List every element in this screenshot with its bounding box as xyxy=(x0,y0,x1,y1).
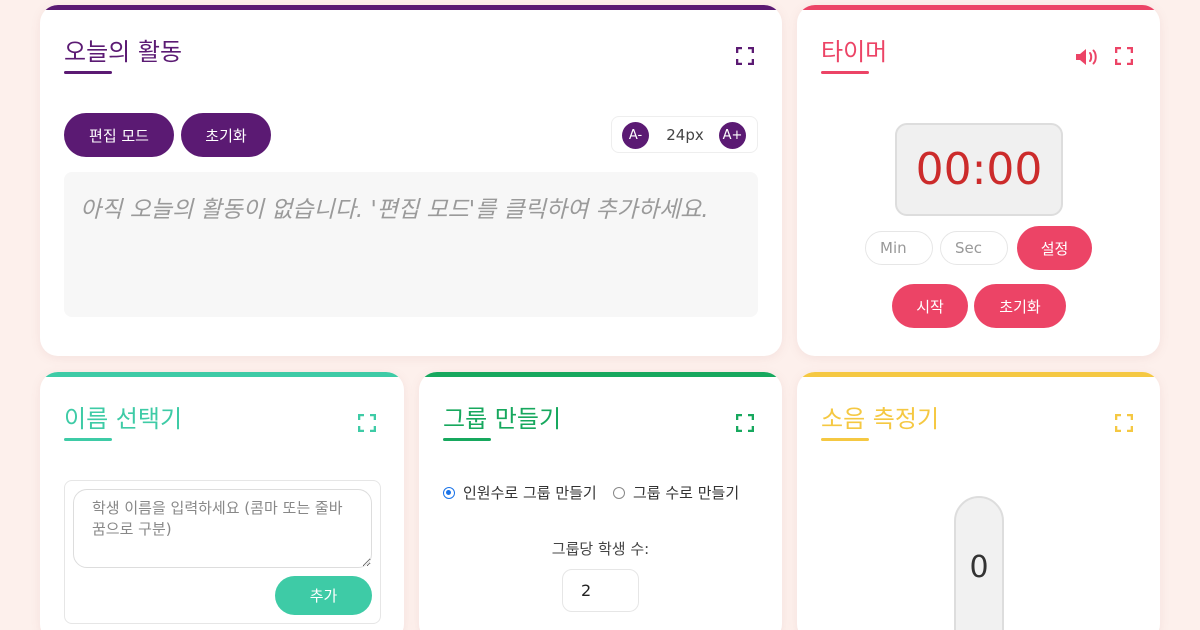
activity-card: 오늘의 활동 편집 모드 초기화 A- 24px A+ 아직 오늘의 활동이 없… xyxy=(40,5,782,356)
student-names-textarea[interactable] xyxy=(73,489,372,568)
group-by-size-option[interactable]: 인원수로 그룹 만들기 xyxy=(443,482,597,503)
timer-title-underline xyxy=(821,71,869,74)
font-increase-button[interactable]: A+ xyxy=(719,122,746,149)
fullscreen-icon[interactable] xyxy=(1115,414,1133,432)
fullscreen-icon[interactable] xyxy=(358,414,376,432)
timer-title: 타이머 xyxy=(821,38,888,66)
groups-title-underline xyxy=(443,438,491,441)
group-by-count-option[interactable]: 그룹 수로 만들기 xyxy=(613,482,739,503)
group-maker-title: 그룹 만들기 xyxy=(443,405,562,433)
groups-accent-bar xyxy=(419,372,782,377)
noise-meter-title: 소음 측정기 xyxy=(821,405,940,433)
activity-accent-bar xyxy=(40,5,782,10)
group-by-size-label: 인원수로 그룹 만들기 xyxy=(463,484,597,502)
activity-title: 오늘의 활동 xyxy=(64,38,183,66)
names-title-underline xyxy=(64,438,112,441)
font-decrease-button[interactable]: A- xyxy=(622,122,649,149)
noise-level-value: 0 xyxy=(969,550,989,585)
students-per-group-label: 그룹당 학생 수: xyxy=(551,540,650,558)
group-maker-card: 그룹 만들기 인원수로 그룹 만들기 그룹 수로 만들기 그룹당 학생 수: xyxy=(419,372,782,630)
minutes-input[interactable] xyxy=(865,231,933,265)
reset-activity-button[interactable]: 초기화 xyxy=(181,113,271,157)
radio-button[interactable] xyxy=(613,486,625,499)
name-picker-title: 이름 선택기 xyxy=(64,405,183,433)
speaker-icon[interactable] xyxy=(1074,46,1100,68)
start-timer-button[interactable]: 시작 xyxy=(892,284,968,328)
seconds-input[interactable] xyxy=(940,231,1008,265)
set-timer-button[interactable]: 설정 xyxy=(1017,226,1092,270)
names-accent-bar xyxy=(40,372,404,377)
add-names-button[interactable]: 추가 xyxy=(275,576,372,615)
timer-accent-bar xyxy=(797,5,1160,10)
noise-meter-card: 소음 측정기 0 xyxy=(797,372,1160,630)
fullscreen-icon[interactable] xyxy=(1115,47,1133,65)
activity-title-underline xyxy=(64,71,112,74)
fullscreen-icon[interactable] xyxy=(736,414,754,432)
noise-level-meter: 0 xyxy=(954,496,1004,630)
fullscreen-icon[interactable] xyxy=(736,47,754,65)
edit-mode-button[interactable]: 편집 모드 xyxy=(64,113,174,157)
group-by-count-label: 그룹 수로 만들기 xyxy=(633,484,740,502)
names-input-panel: 추가 xyxy=(64,480,381,624)
reset-timer-button[interactable]: 초기화 xyxy=(974,284,1066,328)
name-picker-card: 이름 선택기 추가 xyxy=(40,372,404,630)
font-size-control: A- 24px A+ xyxy=(611,116,758,153)
students-per-group-input[interactable] xyxy=(562,569,639,612)
noise-title-underline xyxy=(821,438,869,441)
noise-accent-bar xyxy=(797,372,1160,377)
activity-placeholder-text: 아직 오늘의 활동이 없습니다. '편집 모드'를 클릭하여 추가하세요. xyxy=(80,197,709,223)
radio-button-checked[interactable] xyxy=(443,486,455,499)
activity-content-area[interactable]: 아직 오늘의 활동이 없습니다. '편집 모드'를 클릭하여 추가하세요. xyxy=(64,172,758,317)
font-size-value: 24px xyxy=(666,126,704,144)
timer-card: 타이머 00:00 설정 시작 초기화 xyxy=(797,5,1160,356)
timer-display: 00:00 xyxy=(895,123,1063,216)
